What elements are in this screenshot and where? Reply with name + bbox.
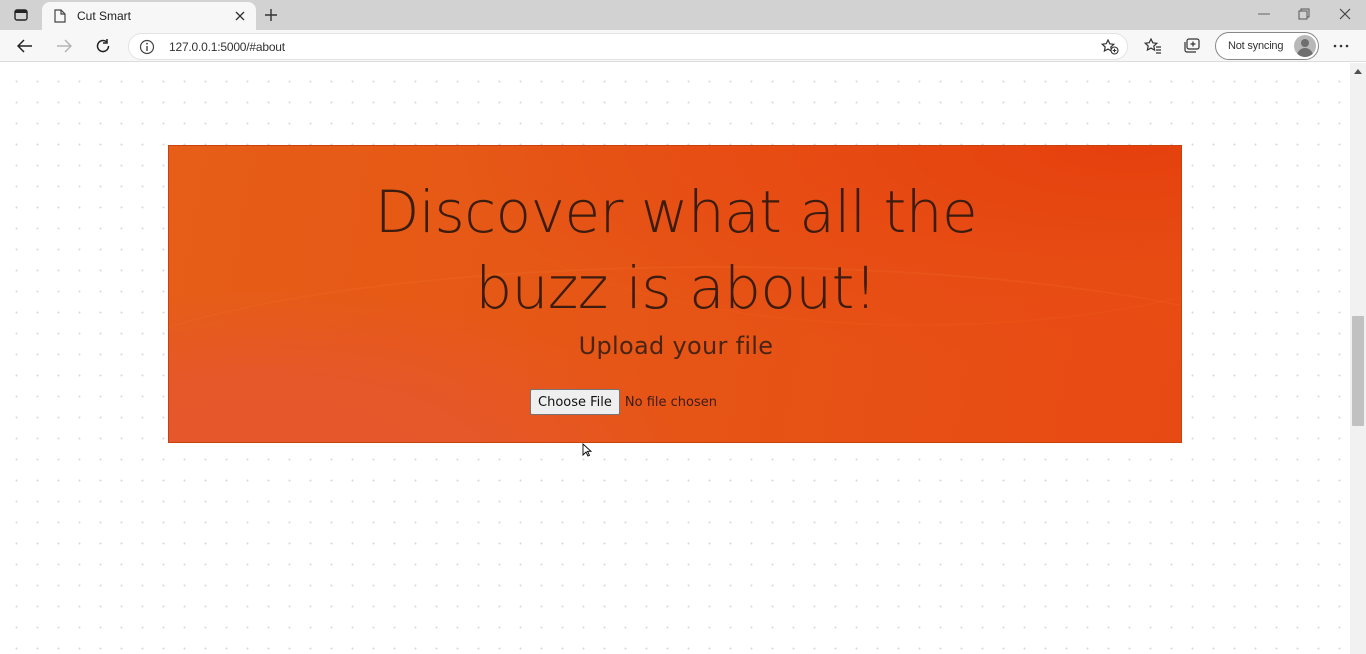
new-tab-plus-icon[interactable] (259, 4, 283, 26)
scroll-up-icon[interactable] (1353, 67, 1363, 75)
browser-tab[interactable]: Cut Smart (42, 2, 256, 30)
mouse-cursor-icon (582, 443, 592, 457)
vertical-scrollbar[interactable] (1350, 63, 1366, 654)
scrollbar-thumb[interactable] (1352, 316, 1364, 426)
profile-label: Not syncing (1228, 40, 1284, 52)
star-add-icon[interactable] (1099, 37, 1121, 57)
browser-toolbar: 127.0.0.1:5000/#about Not syncing (0, 30, 1366, 62)
headline-line-1: Discover what all the (374, 178, 978, 246)
tab-strip: Cut Smart (0, 0, 1366, 30)
avatar (1294, 35, 1316, 57)
tab-actions-icon[interactable] (8, 5, 34, 25)
back-arrow-icon[interactable] (10, 32, 40, 60)
tab-close-icon[interactable] (230, 6, 250, 26)
forward-arrow-icon[interactable] (49, 32, 79, 60)
info-icon[interactable] (138, 38, 156, 56)
address-bar[interactable]: 127.0.0.1:5000/#about (128, 33, 1128, 60)
file-status-text: No file chosen (624, 394, 717, 410)
hero-headline: Discover what all the buzz is about! (169, 174, 1181, 326)
restore-icon[interactable] (1284, 0, 1324, 28)
hero-banner: Discover what all the buzz is about! Upl… (168, 145, 1182, 443)
file-input[interactable]: Choose File No file chosen (530, 389, 717, 415)
tab-title: Cut Smart (77, 9, 132, 23)
refresh-icon[interactable] (88, 32, 118, 60)
url-text[interactable]: 127.0.0.1:5000/#about (169, 40, 285, 54)
profile-button[interactable]: Not syncing (1215, 32, 1319, 60)
headline-line-2: buzz is about! (475, 254, 877, 322)
collections-icon[interactable] (1178, 33, 1206, 59)
page-viewport: Discover what all the buzz is about! Upl… (0, 63, 1350, 654)
minimize-icon[interactable] (1244, 0, 1284, 28)
close-window-icon[interactable] (1325, 0, 1365, 28)
favorites-icon[interactable] (1139, 33, 1167, 59)
more-icon[interactable] (1327, 33, 1355, 59)
choose-file-button[interactable]: Choose File (530, 389, 620, 415)
page-icon (52, 8, 68, 24)
upload-subheading: Upload your file (578, 332, 774, 360)
